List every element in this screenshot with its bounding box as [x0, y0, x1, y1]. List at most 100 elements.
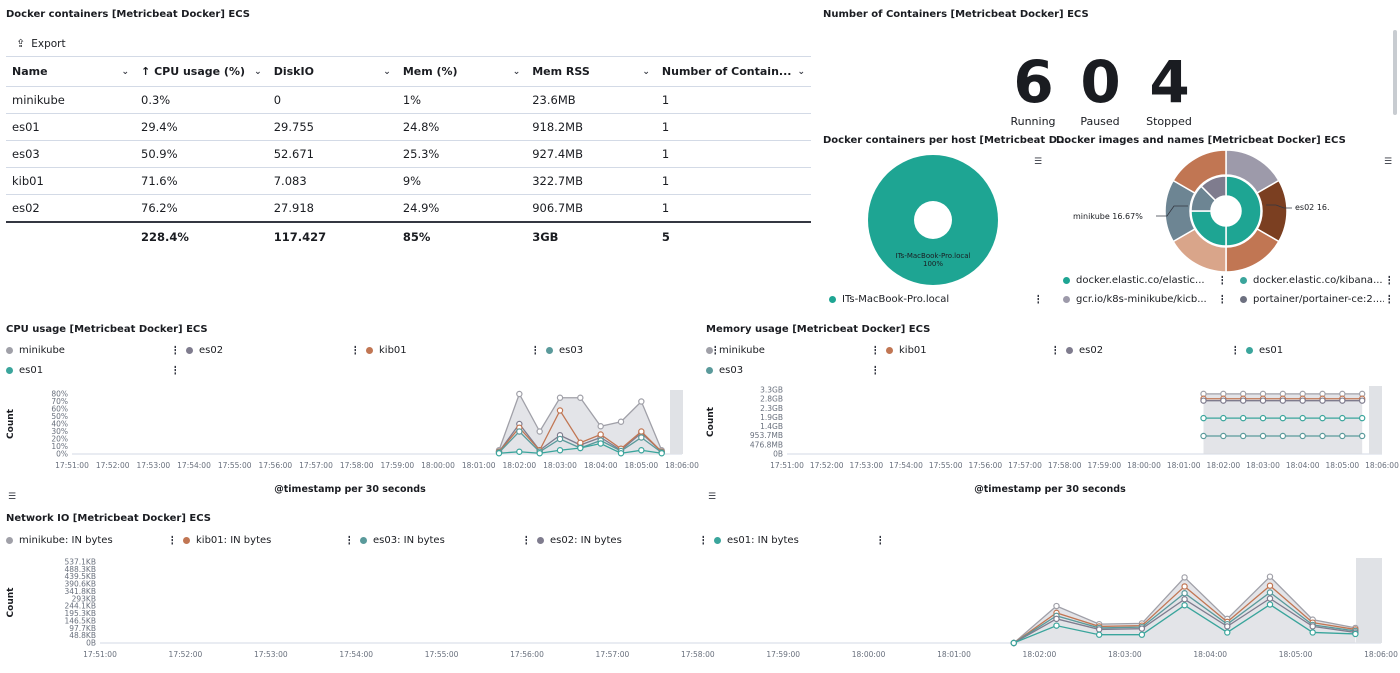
data-point[interactable] — [1358, 397, 1366, 404]
export-button[interactable]: ⇪ Export — [16, 37, 66, 50]
legend-item[interactable]: kib01: IN bytes ⋮ — [183, 535, 350, 546]
data-point[interactable] — [1053, 622, 1060, 629]
data-point[interactable] — [1220, 414, 1227, 422]
kebab-menu-icon[interactable]: ⋮ — [170, 345, 176, 356]
data-point[interactable] — [495, 450, 503, 457]
data-point[interactable] — [536, 428, 543, 435]
data-point[interactable] — [577, 394, 584, 401]
data-point[interactable] — [577, 444, 584, 452]
kebab-menu-icon[interactable]: ⋮ — [870, 345, 876, 356]
data-point[interactable] — [1299, 397, 1306, 404]
data-point[interactable] — [516, 428, 523, 435]
data-point[interactable] — [1339, 397, 1346, 404]
data-point[interactable] — [1266, 595, 1274, 602]
kebab-menu-icon[interactable]: ⋮ — [1217, 275, 1223, 286]
data-point[interactable] — [617, 450, 625, 457]
legend-item[interactable]: docker.elastic.co/elastic... ⋮ — [1063, 275, 1223, 286]
col-header-memrss[interactable]: Mem RSS ⌄ — [526, 56, 656, 87]
kebab-menu-icon[interactable]: ⋮ — [350, 345, 356, 356]
kebab-menu-icon[interactable]: ⋮ — [1050, 345, 1056, 356]
kebab-menu-icon[interactable]: ⋮ — [1230, 345, 1236, 356]
kebab-menu-icon[interactable]: ⋮ — [1384, 275, 1390, 286]
col-header-cpu[interactable]: ↑ CPU usage (%) ⌄ — [135, 56, 268, 87]
legend-item[interactable]: portainer/portainer-ce:2.... ⋮ — [1240, 294, 1390, 305]
legend-item[interactable]: es01⋮ — [1246, 345, 1400, 356]
data-point[interactable] — [1358, 432, 1366, 440]
data-point[interactable] — [556, 394, 564, 401]
chevron-down-icon[interactable]: ⌄ — [797, 67, 805, 77]
data-point[interactable] — [1239, 414, 1247, 422]
data-point[interactable] — [556, 435, 564, 443]
chevron-down-icon[interactable]: ⌄ — [642, 67, 650, 77]
legend-item[interactable]: es01⋮ — [6, 365, 176, 376]
kebab-menu-icon[interactable]: ⋮ — [170, 365, 176, 376]
data-point[interactable] — [1200, 397, 1207, 404]
data-point[interactable] — [638, 428, 645, 435]
data-point[interactable] — [1266, 601, 1274, 608]
data-point[interactable] — [597, 423, 604, 430]
data-point[interactable] — [1220, 432, 1227, 440]
data-point[interactable] — [1010, 639, 1017, 647]
data-point[interactable] — [1200, 432, 1207, 440]
kebab-menu-icon[interactable]: ⋮ — [530, 345, 536, 356]
data-point[interactable] — [638, 447, 645, 454]
data-point[interactable] — [1224, 629, 1231, 636]
data-point[interactable] — [516, 448, 523, 455]
data-point[interactable] — [1138, 631, 1146, 638]
data-point[interactable] — [1319, 397, 1326, 404]
kebab-menu-icon[interactable]: ⋮ — [344, 535, 350, 546]
legend-toggle-icon[interactable]: ☰ — [706, 491, 718, 503]
data-point[interactable] — [1220, 397, 1227, 404]
kebab-menu-icon[interactable]: ⋮ — [698, 535, 704, 546]
data-point[interactable] — [1053, 602, 1060, 610]
data-point[interactable] — [1279, 432, 1287, 440]
data-point[interactable] — [1239, 397, 1247, 404]
legend-item[interactable]: docker.elastic.co/kibana... ⋮ — [1240, 275, 1390, 286]
col-header-diskio[interactable]: DiskIO ⌄ — [267, 56, 397, 87]
legend-item[interactable]: kib01 ⋮ — [886, 345, 1056, 356]
legend-item[interactable]: es02: IN bytes ⋮ — [537, 535, 704, 546]
data-point[interactable] — [638, 398, 645, 405]
data-point[interactable] — [1259, 397, 1267, 404]
data-point[interactable] — [1095, 626, 1103, 633]
data-point[interactable] — [1266, 582, 1274, 589]
legend-item[interactable]: es01: IN bytes ⋮ — [714, 535, 881, 546]
data-point[interactable] — [1339, 414, 1346, 422]
legend-item[interactable]: gcr.io/k8s-minikube/kicb... ⋮ — [1063, 294, 1223, 305]
kebab-menu-icon[interactable]: ⋮ — [1384, 294, 1390, 305]
kebab-menu-icon[interactable]: ⋮ — [875, 535, 881, 546]
data-point[interactable] — [1279, 397, 1287, 404]
data-point[interactable] — [1181, 596, 1188, 603]
kebab-menu-icon[interactable]: ⋮ — [521, 535, 527, 546]
data-point[interactable] — [1299, 414, 1306, 422]
legend-item[interactable]: ITs-MacBook-Pro.local ⋮ — [829, 294, 1039, 305]
data-point[interactable] — [1339, 432, 1346, 440]
legend-toggle-icon[interactable]: ☰ — [1032, 156, 1044, 168]
data-point[interactable] — [1138, 625, 1146, 632]
data-point[interactable] — [1095, 631, 1103, 638]
data-point[interactable] — [1200, 414, 1207, 422]
kebab-menu-icon[interactable]: ⋮ — [167, 535, 173, 546]
panel-scrollbar[interactable] — [1393, 30, 1397, 115]
data-point[interactable] — [1181, 583, 1188, 590]
kebab-menu-icon[interactable]: ⋮ — [870, 365, 876, 376]
data-point[interactable] — [1319, 432, 1326, 440]
data-point[interactable] — [1053, 615, 1060, 623]
col-header-name[interactable]: Name ⌄ — [6, 56, 136, 87]
data-point[interactable] — [1266, 589, 1274, 596]
chevron-down-icon[interactable]: ⌄ — [383, 67, 391, 77]
data-point[interactable] — [638, 434, 645, 441]
kebab-menu-icon[interactable]: ⋮ — [1217, 294, 1223, 305]
data-point[interactable] — [1299, 432, 1306, 440]
legend-item[interactable]: es03 ⋮ — [706, 365, 876, 376]
data-point[interactable] — [1309, 623, 1316, 630]
col-header-count[interactable]: Number of Contain... ⌄ — [655, 56, 811, 87]
data-point[interactable] — [617, 418, 625, 425]
data-point[interactable] — [577, 439, 584, 446]
legend-item[interactable]: es03 ⋮ — [546, 345, 716, 356]
legend-item[interactable]: minikube ⋮ — [706, 345, 876, 356]
legend-item[interactable]: kib01 ⋮ — [366, 345, 536, 356]
data-point[interactable] — [1181, 602, 1188, 609]
data-point[interactable] — [556, 407, 564, 414]
data-point[interactable] — [658, 450, 665, 457]
